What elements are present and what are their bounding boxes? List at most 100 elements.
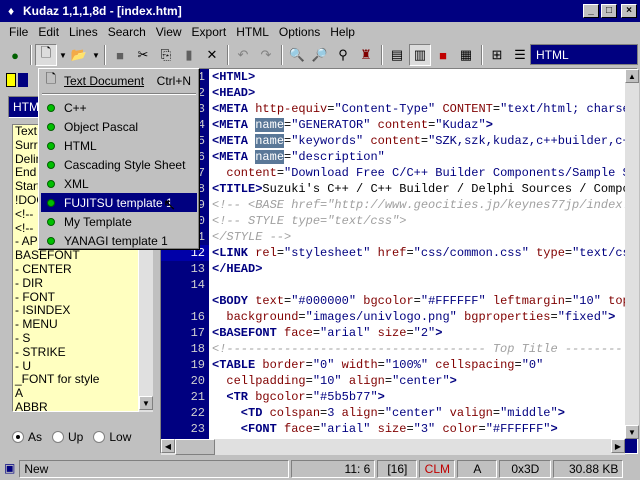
radio-as-indicator[interactable] [12,431,24,443]
view-2-icon[interactable]: ▥ [409,44,431,66]
panel-book-icon[interactable] [18,73,28,87]
menu-help[interactable]: Help [325,25,360,39]
radio-as[interactable]: As [12,430,42,444]
open-dropdown-arrow-icon[interactable]: ▼ [91,51,101,60]
new-dropdown-arrow-icon[interactable]: ▼ [58,51,68,60]
menu-view[interactable]: View [151,25,187,39]
radio-low-indicator[interactable] [93,431,106,443]
code-line[interactable]: <META name="GENERATOR" content="Kudaz"> [212,117,625,133]
tag-list-item[interactable]: ABBR [13,400,138,411]
tag-list-item[interactable]: - S [13,331,138,346]
undo-icon[interactable]: ↶ [232,44,254,66]
maximize-button[interactable]: □ [601,4,617,18]
delete-icon[interactable]: ✕ [201,44,223,66]
editor-scroll-up-icon[interactable]: ▲ [625,69,639,83]
editor-horizontal-scrollbar[interactable]: ◀ ▶ [161,439,625,455]
menu-html[interactable]: HTML [231,25,274,39]
grid-icon[interactable]: ⊞ [486,44,508,66]
save-icon[interactable]: ■ [109,44,131,66]
tag-list-item[interactable]: - STRIKE [13,345,138,360]
menu-item-template[interactable]: C++ [41,98,197,117]
view-1-icon[interactable]: ▤ [386,44,408,66]
radio-up[interactable]: Up [52,430,83,444]
tag-list-item[interactable]: - U [13,359,138,374]
redo-icon[interactable]: ↷ [255,44,277,66]
code-token: = [514,358,522,372]
menu-item-text-document[interactable]: 🗋 Text Document Ctrl+N [41,71,197,90]
view-4-icon[interactable]: ▦ [455,44,477,66]
code-line[interactable]: <HTML> [212,69,625,85]
code-area[interactable]: <HTML> <HEAD> <META http-equiv = "Content-Ty… [209,69,625,439]
find-icon[interactable]: 🔍 [286,44,308,66]
menu-item-template[interactable]: YANAGI template 1 [41,231,197,250]
code-line[interactable]: <!-- STYLE type="text/css"> [212,213,625,229]
tag-list-item[interactable]: A [13,386,138,401]
tag-list-item[interactable]: - ISINDEX [13,304,138,318]
code-line[interactable]: <META name="description" [212,149,625,165]
menu-file[interactable]: File [4,25,33,39]
code-line[interactable]: content="Download Free C/C++ Builder Com… [212,165,625,181]
tools-icon[interactable]: ♜ [355,44,377,66]
code-token: "#FFFFFF" [485,422,551,436]
code-line[interactable]: </STYLE --> [212,229,625,245]
menu-options[interactable]: Options [274,25,325,39]
code-line[interactable]: <TD colspan=3 align="center" valign="mid… [212,405,625,421]
code-line[interactable]: <!-- <BASE href="http://www.geocities.jp… [212,197,625,213]
tag-list-item[interactable]: - MENU [13,317,138,332]
menu-edit[interactable]: Edit [33,25,64,39]
editor-scroll-down-icon[interactable]: ▼ [625,425,639,439]
menu-item-template[interactable]: Cascading Style Sheet [41,155,197,174]
panel-toggle-icon[interactable] [6,73,16,87]
code-line[interactable]: <LINK rel="stylesheet" href="css/common.… [212,245,625,261]
mode-select[interactable]: HTML [530,44,638,65]
minimize-button[interactable]: _ [583,4,599,18]
menu-item-template[interactable]: XML [41,174,197,193]
paste-icon[interactable]: ▮ [178,44,200,66]
code-line[interactable]: </HEAD> [212,261,625,277]
search-globe-icon[interactable]: ● [4,44,26,66]
tag-list-item[interactable]: - FONT [13,290,138,305]
menu-item-template[interactable]: HTML [41,136,197,155]
code-line[interactable] [212,277,625,293]
menu-export[interactable]: Export [187,25,232,39]
tag-list-item[interactable]: - DIR [13,276,138,291]
menu-lines[interactable]: Lines [64,25,103,39]
code-line[interactable]: cellpadding="10" align="center"> [212,373,625,389]
code-line[interactable]: <TABLE border="0" width="100%" cellspaci… [212,357,625,373]
code-line[interactable]: <FONT face="arial" size="3" color="#FFFF… [212,421,625,437]
color-icon[interactable]: ■ [432,44,454,66]
code-line[interactable]: <META http-equiv="Content-Type" CONTENT=… [212,101,625,117]
code-line[interactable]: <TR bgcolor="#5b5b77"> [212,389,625,405]
close-button[interactable]: × [621,4,637,18]
code-line[interactable]: <BASEFONT face="arial" size="2"> [212,325,625,341]
menu-item-template[interactable]: My Template [41,212,197,231]
code-line[interactable]: background="images/univlogo.png" bgprope… [212,309,625,325]
copy-icon[interactable]: ⎘ [155,44,177,66]
radio-up-indicator[interactable] [52,431,65,443]
editor-hscroll-thumb[interactable] [175,439,215,455]
replace-icon[interactable]: 🔎 [309,44,331,66]
tag-list-item[interactable]: _FONT for style [13,373,138,387]
code-line[interactable]: <BODY text="#000000" bgcolor="#FFFFFF" l… [212,293,625,309]
code-editor[interactable]: 12345678910111213141617181920212223 <HTM… [160,68,639,455]
editor-scroll-right-icon[interactable]: ▶ [611,439,625,453]
new-document-button[interactable]: 🗋 [35,44,57,66]
app-icon[interactable]: ♦ [3,3,19,19]
code-line[interactable]: <HEAD> [212,85,625,101]
find-next-icon[interactable]: ⚲ [332,44,354,66]
code-line[interactable]: <META name="keywords" content="SZK,szk,k… [212,133,625,149]
menu-search[interactable]: Search [103,25,151,39]
tag-list-item[interactable]: BASEFONT [13,248,138,263]
menu-item-template[interactable]: FUJITSU template 1 ↖ [41,193,197,214]
editor-scroll-left-icon[interactable]: ◀ [161,439,175,453]
code-line[interactable]: <TITLE>Suzuki's C++ / C++ Builder / Delp… [212,181,625,197]
code-line[interactable]: <!------------------------------------ T… [212,341,625,357]
tag-list-item[interactable]: - CENTER [13,262,138,277]
list-icon[interactable]: ☰ [509,44,531,66]
open-folder-icon[interactable]: 📂 [68,44,90,66]
cut-icon[interactable]: ✂ [132,44,154,66]
menu-item-template[interactable]: Object Pascal [41,117,197,136]
editor-vertical-scrollbar[interactable]: ▲ ▼ [625,69,639,439]
scroll-down-icon[interactable]: ▼ [139,396,153,410]
radio-low[interactable]: Low [93,430,131,444]
